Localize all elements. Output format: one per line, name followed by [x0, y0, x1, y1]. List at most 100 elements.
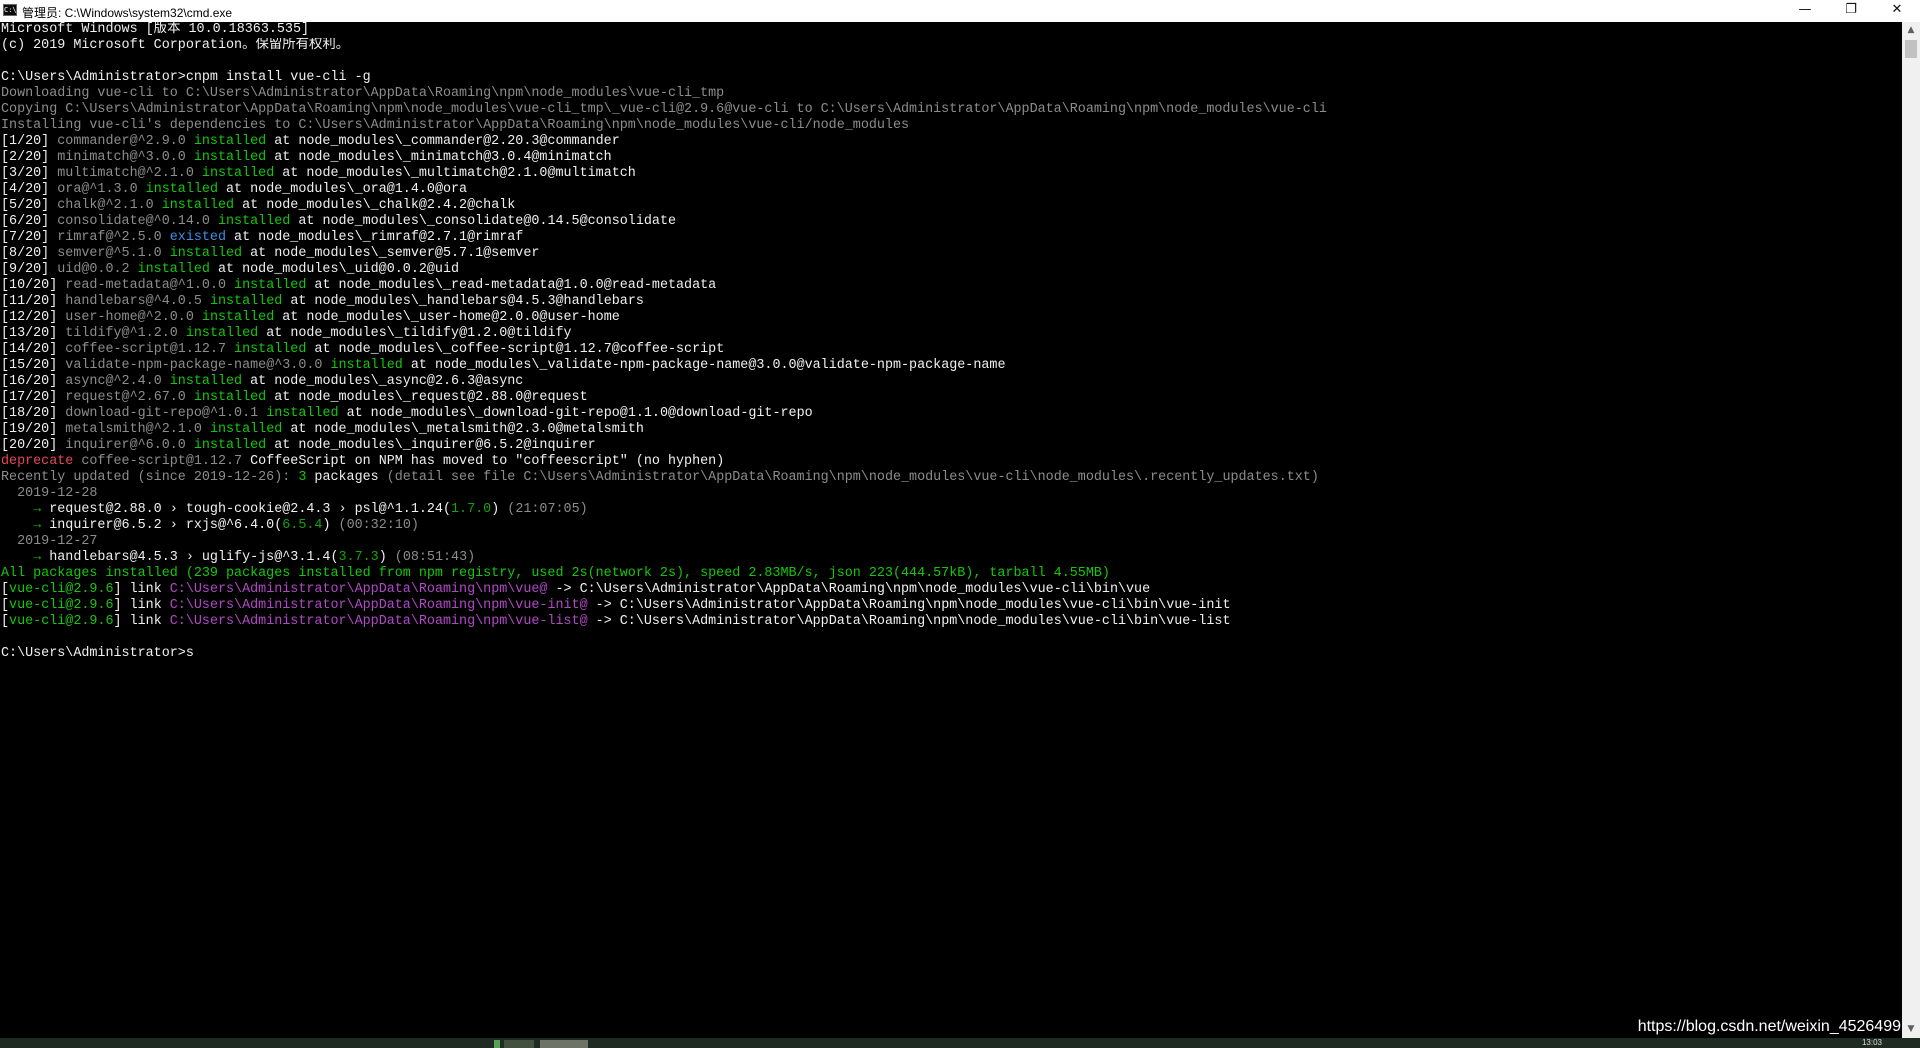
console-text: Installing vue-cli's dependencies to C:\…: [1, 118, 910, 133]
console-text: [11/20]: [1, 294, 66, 309]
console-text: vue-cli@2.9.6: [9, 598, 114, 613]
console-output[interactable]: Microsoft Windows [版本 10.0.18363.535] (c)…: [0, 22, 1902, 1038]
console-text: at node_modules\_coffee-script@1.12.7@co…: [306, 342, 725, 357]
console-text: C:\Users\Administrator>s: [1, 646, 194, 661]
console-text: at node_modules\_tildify@1.2.0@tildify: [258, 326, 572, 341]
taskbar-item[interactable]: [494, 1040, 500, 1048]
console-text: installed: [169, 246, 243, 261]
console-text: C:\Users\Administrator\AppData\Roaming\n…: [169, 614, 588, 629]
console-line: [15/20] validate-npm-package-name@^3.0.0…: [0, 358, 1902, 374]
console-text: async@^2.4.0: [65, 374, 170, 389]
console-text: ): [491, 502, 508, 517]
console-line: [2/20] minimatch@^3.0.0 installed at nod…: [0, 150, 1902, 166]
console-text: installed: [169, 374, 243, 389]
console-text: commander@^2.9.0: [57, 134, 194, 149]
console-text: minimatch@^3.0.0: [57, 150, 194, 165]
console-text: Copying C:\Users\Administrator\AppData\R…: [1, 102, 1327, 117]
console-text: installed: [266, 406, 339, 421]
console-text: (21:07:05): [507, 502, 588, 517]
console-text: 2019-12-28: [1, 486, 98, 501]
console-line: (c) 2019 Microsoft Corporation。保留所有权利。: [0, 38, 1902, 54]
console-text: user-home@^2.0.0: [65, 310, 202, 325]
console-text: installed: [193, 134, 267, 149]
console-text: at node_modules\_async@2.6.3@async: [242, 374, 524, 389]
console-text: [1/20]: [1, 134, 58, 149]
console-text: 6.5.4: [282, 518, 323, 533]
console-text: installed: [330, 358, 403, 373]
scrollbar-thumb[interactable]: [1905, 40, 1917, 58]
console-text: Downloading vue-cli to C:\Users\Administ…: [1, 86, 725, 101]
console-text: inquirer@^6.0.0: [65, 438, 194, 453]
console-text: [13/20]: [1, 326, 66, 341]
console-text: at node_modules\_request@2.88.0@request: [266, 390, 588, 405]
console-line: C:\Users\Administrator>s: [0, 646, 1902, 662]
console-text: →: [1, 518, 50, 533]
console-line: [5/20] chalk@^2.1.0 installed at node_mo…: [0, 198, 1902, 214]
console-text: [2/20]: [1, 150, 58, 165]
console-line: [3/20] multimatch@^2.1.0 installed at no…: [0, 166, 1902, 182]
console-text: handlebars@4.5.3 › uglify-js@^3.1.4(: [49, 550, 339, 565]
taskbar: 13:03: [0, 1038, 1920, 1048]
console-text: ] link: [113, 614, 170, 629]
console-text: installed: [161, 198, 235, 213]
taskbar-clock: 13:03: [1861, 1038, 1882, 1047]
scroll-up-arrow-icon[interactable]: ▲: [1902, 22, 1920, 39]
console-text: at node_modules\_commander@2.20.3@comman…: [266, 134, 620, 149]
taskbar-item[interactable]: [540, 1040, 588, 1048]
console-text: ora@^1.3.0: [57, 182, 146, 197]
console-text: [16/20]: [1, 374, 66, 389]
console-text: at node_modules\_validate-npm-package-na…: [402, 358, 1006, 373]
scroll-down-arrow-icon[interactable]: ▼: [1902, 1021, 1920, 1038]
close-button[interactable]: ✕: [1874, 0, 1920, 22]
console-text: [4/20]: [1, 182, 58, 197]
console-text: multimatch@^2.1.0: [57, 166, 202, 181]
console-line: [20/20] inquirer@^6.0.0 installed at nod…: [0, 438, 1902, 454]
console-text: at node_modules\_semver@5.7.1@semver: [242, 246, 540, 261]
console-text: installed: [193, 390, 267, 405]
console-line: → handlebars@4.5.3 › uglify-js@^3.1.4(3.…: [0, 550, 1902, 566]
console-text: inquirer@6.5.2 › rxjs@^6.4.0(: [49, 518, 283, 533]
console-text: [19/20]: [1, 422, 66, 437]
console-text: -> C:\Users\Administrator\AppData\Roamin…: [587, 614, 1231, 629]
console-text: request@2.88.0 › tough-cookie@2.4.3 › ps…: [49, 502, 452, 517]
console-text: -> C:\Users\Administrator\AppData\Roamin…: [587, 598, 1231, 613]
console-text: uid@0.0.2: [57, 262, 138, 277]
console-text: coffee-script@1.12.7: [73, 454, 251, 469]
console-text: installed: [185, 326, 259, 341]
console-text: at node_modules\_download-git-repo@1.1.0…: [338, 406, 813, 421]
vertical-scrollbar[interactable]: ▲ ▼: [1902, 22, 1920, 1038]
console-text: handlebars@^4.0.5: [65, 294, 210, 309]
console-text: [9/20]: [1, 262, 58, 277]
console-text: (c) 2019 Microsoft Corporation。保留所有权利。: [1, 38, 350, 53]
console-line: Installing vue-cli's dependencies to C:\…: [0, 118, 1902, 134]
console-text: installed: [193, 150, 267, 165]
console-text: at node_modules\_handlebars@4.5.3@handle…: [282, 294, 644, 309]
console-text: rimraf@^2.5.0: [57, 230, 170, 245]
console-text: [10/20]: [1, 278, 66, 293]
console-line: C:\Users\Administrator>cnpm install vue-…: [0, 70, 1902, 86]
taskbar-item[interactable]: [504, 1040, 534, 1048]
console-line: [18/20] download-git-repo@^1.0.1 install…: [0, 406, 1902, 422]
console-text: [8/20]: [1, 246, 58, 261]
console-text: C:\Users\Administrator>cnpm install vue-…: [1, 70, 371, 85]
console-text: -> C:\Users\Administrator\AppData\Roamin…: [547, 582, 1151, 597]
restore-button[interactable]: ❐: [1828, 0, 1874, 22]
console-text: [5/20]: [1, 198, 58, 213]
console-line: [4/20] ora@^1.3.0 installed at node_modu…: [0, 182, 1902, 198]
console-text: validate-npm-package-name@^3.0.0: [65, 358, 331, 373]
console-text: at node_modules\_chalk@2.4.2@chalk: [234, 198, 516, 213]
title-bar[interactable]: C:\ 管理员: C:\Windows\system32\cmd.exe — ❐…: [0, 0, 1920, 22]
minimize-button[interactable]: —: [1782, 0, 1828, 22]
console-text: chalk@^2.1.0: [57, 198, 162, 213]
console-text: CoffeeScript on NPM has moved to "coffee…: [250, 454, 725, 469]
console-text: at node_modules\_inquirer@6.5.2@inquirer: [266, 438, 596, 453]
console-text: [20/20]: [1, 438, 66, 453]
console-text: All packages installed (239 packages ins…: [1, 566, 1110, 581]
watermark-url: https://blog.csdn.net/weixin_4526499: [1637, 1018, 1901, 1035]
console-text: C:\Users\Administrator\AppData\Roaming\n…: [169, 598, 588, 613]
console-text: metalsmith@^2.1.0: [65, 422, 210, 437]
console-text: vue-cli@2.9.6: [9, 614, 114, 629]
console-text: ] link: [113, 598, 170, 613]
console-text: at node_modules\_read-metadata@1.0.0@rea…: [306, 278, 717, 293]
console-text: [: [1, 582, 10, 597]
